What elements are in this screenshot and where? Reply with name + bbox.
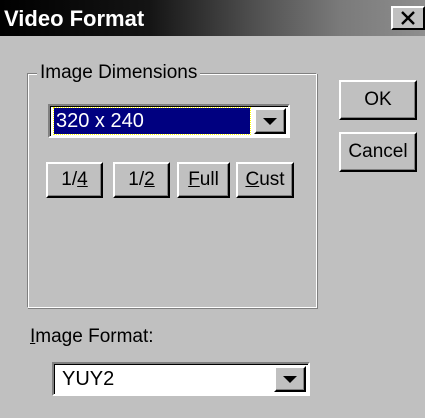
full-size-button[interactable]: Full: [177, 162, 230, 198]
window-title: Video Format: [4, 6, 145, 31]
image-format-select-value: YUY2: [62, 368, 115, 390]
dimensions-select[interactable]: 320 x 240: [48, 104, 290, 138]
chevron-down-icon: [283, 375, 297, 383]
quarter-size-button[interactable]: 1/4: [46, 162, 103, 198]
dimensions-dropdown-button[interactable]: [254, 108, 286, 134]
close-button[interactable]: [391, 6, 425, 30]
image-format-dropdown-button[interactable]: [274, 366, 306, 392]
custom-size-button[interactable]: Cust: [236, 162, 294, 198]
half-size-button[interactable]: 1/2: [113, 162, 170, 198]
image-format-select[interactable]: YUY2: [52, 362, 310, 396]
image-format-label: Image Format:: [30, 326, 154, 347]
dimensions-select-value: 320 x 240: [53, 107, 251, 135]
image-dimensions-legend: Image Dimensions: [37, 62, 201, 84]
full-size-label: Full: [188, 169, 219, 190]
cancel-button[interactable]: Cancel: [339, 132, 417, 172]
title-bar[interactable]: Video Format: [0, 0, 425, 36]
video-format-dialog: Video Format Image Dimensions 320 x 240 …: [0, 0, 425, 418]
cancel-label: Cancel: [348, 141, 408, 162]
ok-label: OK: [364, 89, 392, 110]
chevron-down-icon: [263, 117, 277, 125]
half-size-label: 1/2: [128, 169, 155, 190]
custom-size-label: Cust: [245, 169, 285, 190]
close-x-icon: [401, 11, 415, 25]
quarter-size-label: 1/4: [61, 169, 88, 190]
ok-button[interactable]: OK: [339, 80, 417, 120]
